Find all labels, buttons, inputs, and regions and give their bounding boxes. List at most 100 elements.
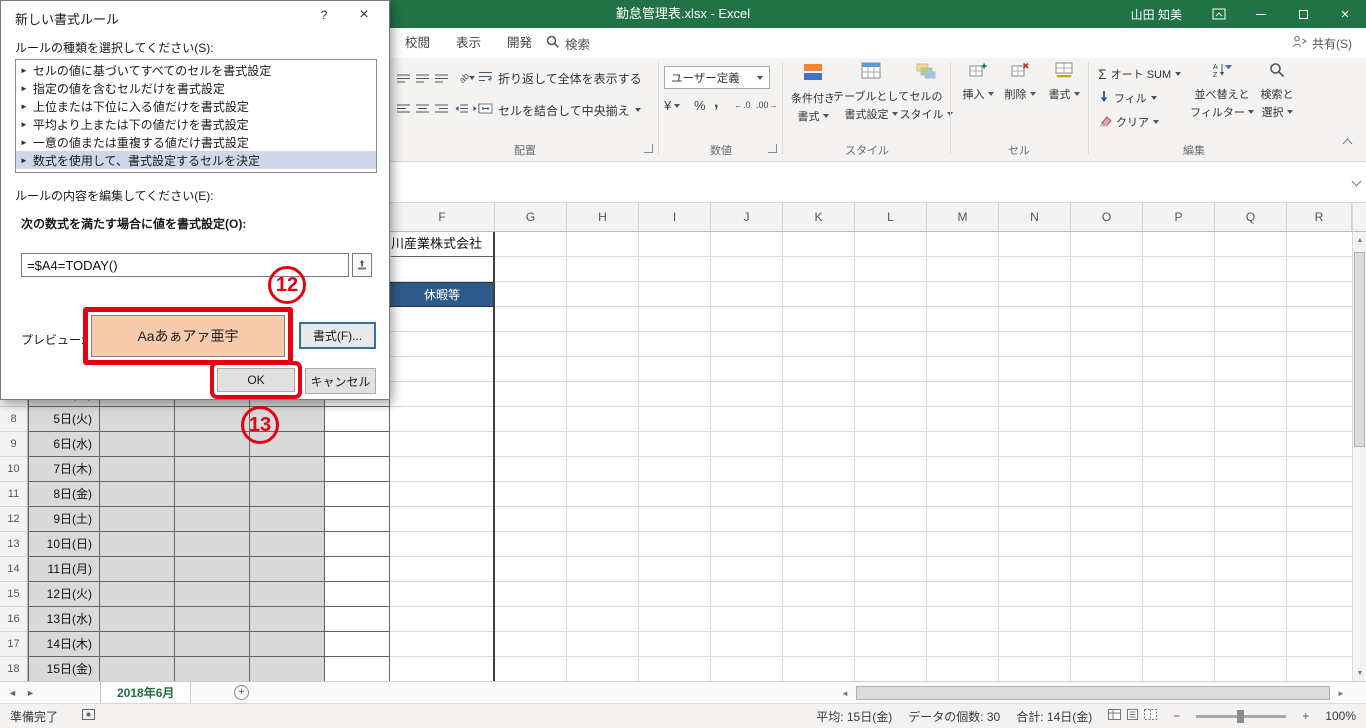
cell[interactable] xyxy=(325,657,390,681)
cell[interactable] xyxy=(250,457,325,482)
ribbon-display-options-icon[interactable] xyxy=(1198,0,1240,28)
text-orientation-icon[interactable]: ab xyxy=(454,68,480,88)
company-name-cell[interactable]: 川産業株式会社 xyxy=(391,232,494,257)
cell[interactable] xyxy=(175,432,250,457)
cell-date[interactable]: 12日(火) xyxy=(28,582,100,607)
help-icon[interactable]: ? xyxy=(309,1,339,29)
insert-cells-button[interactable]: 挿入 xyxy=(958,62,998,102)
autosum-button[interactable]: Σ オート SUM xyxy=(1098,66,1182,82)
number-format-dropdown[interactable]: ユーザー定義 xyxy=(664,66,770,89)
align-left-icon[interactable] xyxy=(394,98,412,118)
zoom-slider-thumb[interactable] xyxy=(1237,709,1245,723)
tell-me-search[interactable]: 検索 xyxy=(546,28,590,58)
row-header[interactable]: 10 xyxy=(0,457,27,482)
cell-date[interactable]: 15日(金) xyxy=(28,657,100,681)
page-layout-view-icon[interactable] xyxy=(1126,709,1139,723)
currency-format-button[interactable]: ¥ xyxy=(664,98,681,113)
tab-view[interactable]: 表示 xyxy=(443,28,494,58)
clear-button[interactable]: クリア xyxy=(1098,114,1159,130)
row-header[interactable]: 13 xyxy=(0,532,27,557)
cell[interactable] xyxy=(175,657,250,681)
column-header[interactable]: G xyxy=(495,203,567,231)
ok-button[interactable]: OK xyxy=(217,368,295,392)
row-header[interactable]: 11 xyxy=(0,482,27,507)
cell-date[interactable]: 6日(水) xyxy=(28,432,100,457)
rule-type-option[interactable]: ► 上位または下位に入る値だけを書式設定 xyxy=(16,97,376,115)
row-header[interactable]: 12 xyxy=(0,507,27,532)
vacation-header-cell[interactable]: 休暇等 xyxy=(390,282,494,307)
expand-formula-bar-icon[interactable] xyxy=(1351,176,1362,187)
macro-record-icon[interactable] xyxy=(82,709,96,723)
cell[interactable] xyxy=(175,557,250,582)
column-header[interactable]: Q xyxy=(1215,203,1287,231)
cell[interactable] xyxy=(325,582,390,607)
column-header[interactable]: R xyxy=(1287,203,1352,231)
minimize-button[interactable] xyxy=(1240,0,1282,28)
horizontal-scroll-thumb[interactable] xyxy=(856,686,1330,700)
row-header[interactable]: 18 xyxy=(0,657,27,682)
scroll-up-icon[interactable]: ▲ xyxy=(1353,232,1366,248)
decrease-decimal-button[interactable]: .00→ xyxy=(756,100,778,110)
align-middle-icon[interactable] xyxy=(413,68,431,88)
add-sheet-button[interactable]: + xyxy=(234,685,249,700)
cell[interactable] xyxy=(325,507,390,532)
align-bottom-icon[interactable] xyxy=(432,68,450,88)
cancel-button[interactable]: キャンセル xyxy=(305,368,376,394)
cell-date[interactable]: 10日(日) xyxy=(28,532,100,557)
cell[interactable] xyxy=(325,432,390,457)
column-header[interactable]: F xyxy=(390,203,495,231)
cell[interactable] xyxy=(175,407,250,432)
rule-type-option[interactable]: ► 平均より上または下の値だけを書式設定 xyxy=(16,115,376,133)
conditional-formatting-button[interactable]: 条件付き 書式 xyxy=(788,62,838,124)
cell[interactable] xyxy=(100,632,175,657)
tab-developer[interactable]: 開発 xyxy=(494,28,545,58)
cell[interactable] xyxy=(100,582,175,607)
align-center-icon[interactable] xyxy=(413,98,431,118)
hscroll-right-icon[interactable]: ► xyxy=(1334,686,1348,700)
collapse-ribbon-icon[interactable] xyxy=(1342,138,1353,149)
percent-style-button[interactable]: % xyxy=(694,98,706,113)
cell[interactable] xyxy=(250,532,325,557)
prev-sheet-icon[interactable]: ◄ xyxy=(8,682,17,704)
column-header[interactable]: K xyxy=(783,203,855,231)
zoom-slider[interactable] xyxy=(1196,709,1287,723)
column-header[interactable]: P xyxy=(1143,203,1215,231)
maximize-button[interactable] xyxy=(1282,0,1324,28)
cell[interactable] xyxy=(100,507,175,532)
collapse-dialog-button[interactable] xyxy=(352,253,372,277)
cell-styles-button[interactable]: セルの スタイル xyxy=(900,62,953,122)
zoom-in-button[interactable]: + xyxy=(1302,709,1309,723)
cell[interactable] xyxy=(175,482,250,507)
align-top-icon[interactable] xyxy=(394,68,412,88)
vertical-scroll-thumb[interactable] xyxy=(1354,252,1365,447)
cell[interactable] xyxy=(250,607,325,632)
cell-date[interactable]: 9日(土) xyxy=(28,507,100,532)
cell[interactable] xyxy=(175,532,250,557)
column-header[interactable]: H xyxy=(567,203,639,231)
wrap-text-button[interactable]: 折り返して全体を表示する xyxy=(478,66,642,90)
sheet-tab-active[interactable]: 2018年6月 xyxy=(100,682,192,703)
cell-date[interactable]: 11日(月) xyxy=(28,557,100,582)
cell[interactable] xyxy=(100,432,175,457)
share-button[interactable]: 共有(S) xyxy=(1292,28,1352,58)
number-dialog-launcher-icon[interactable] xyxy=(768,144,777,153)
cell[interactable] xyxy=(250,632,325,657)
cell[interactable] xyxy=(100,557,175,582)
row-header[interactable]: 16 xyxy=(0,607,27,632)
cell[interactable] xyxy=(250,582,325,607)
cell[interactable] xyxy=(325,532,390,557)
delete-cells-button[interactable]: 削除 xyxy=(1000,62,1040,102)
row-header[interactable]: 9 xyxy=(0,432,27,457)
cell[interactable] xyxy=(325,407,390,432)
sort-filter-button[interactable]: AZ 並べ替えと フィルター xyxy=(1190,62,1254,120)
cell-date[interactable]: 5日(火) xyxy=(28,407,100,432)
comma-style-button[interactable]: , xyxy=(714,94,718,112)
cell[interactable] xyxy=(100,457,175,482)
close-button[interactable]: × xyxy=(1324,0,1366,28)
cell[interactable] xyxy=(100,607,175,632)
cell[interactable] xyxy=(250,657,325,681)
row-header[interactable]: 17 xyxy=(0,632,27,657)
cell[interactable] xyxy=(175,582,250,607)
cell[interactable] xyxy=(175,632,250,657)
column-header[interactable]: M xyxy=(927,203,999,231)
